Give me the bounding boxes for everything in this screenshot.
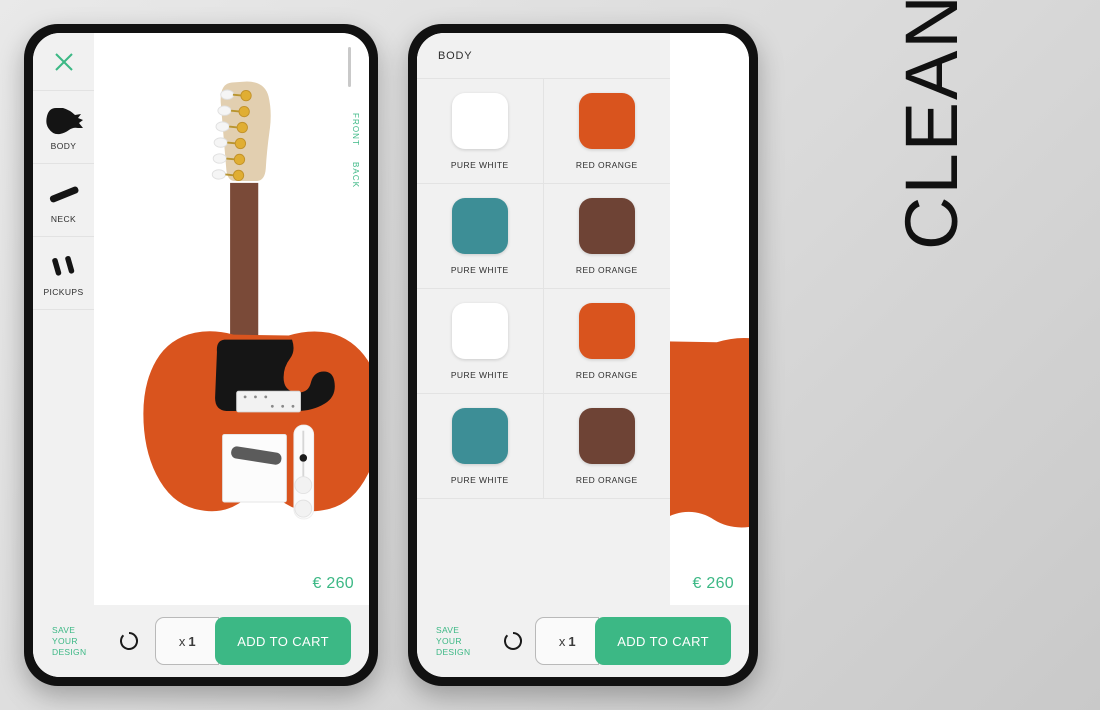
brand-wordmark: CLEAN [890, 0, 973, 250]
swatch-label: Pure White [450, 264, 509, 275]
swatch-label: Red Orange [575, 264, 638, 275]
swatch-chip [578, 92, 635, 149]
price-label-2: € 260 [692, 575, 734, 592]
swatch-chip [451, 407, 508, 464]
rail-label-neck: Neck [50, 214, 77, 224]
swatch-item[interactable]: Red Orange [543, 184, 670, 289]
swatch-item[interactable]: Pure White [417, 79, 544, 184]
rail-label-body: Body [50, 141, 77, 151]
swatch-chip [578, 197, 635, 254]
save-line-1: Save [52, 624, 76, 635]
save-line-3: Design [436, 646, 471, 657]
close-button[interactable] [33, 33, 94, 91]
phone-1-screen: Front Back € 260 [33, 33, 369, 677]
view-tab-back[interactable]: Back [351, 162, 360, 188]
view-tab-front[interactable]: Front [351, 113, 360, 146]
canvas-scrollbar[interactable] [348, 47, 351, 87]
cart-controls: x 1 Add to cart [155, 617, 351, 665]
guitar-illustration [143, 81, 369, 520]
close-x-icon [54, 52, 73, 71]
quantity-stepper[interactable]: x 1 [155, 617, 220, 665]
reset-button[interactable] [118, 630, 140, 652]
bottom-action-bar: Save Your Design x 1 Add to cart [33, 605, 369, 677]
quantity-prefix: x [558, 633, 566, 649]
quantity-stepper-2[interactable]: x 1 [535, 617, 600, 665]
quantity-prefix: x [178, 633, 186, 649]
swatch-label: Pure White [450, 474, 509, 485]
panel-title: Body [417, 33, 670, 79]
add-to-cart-button-2[interactable]: Add to cart [595, 617, 731, 665]
reset-button-2[interactable] [502, 630, 524, 652]
bottom-action-bar-2: Save Your Design x 1 Add to cart [417, 605, 749, 677]
phone-mockup-color-picker: € 260 Body Pure White Red Orange [408, 24, 758, 686]
view-side-tabs: Front Back [351, 113, 360, 188]
rail-item-pickups[interactable]: Pickups [33, 237, 94, 310]
swatch-item[interactable]: Pure White [417, 394, 544, 499]
swatch-item[interactable]: Red Orange [543, 394, 670, 499]
reset-circle-icon [504, 632, 522, 650]
cart-controls-2: x 1 Add to cart [535, 617, 731, 665]
swatch-chip [578, 407, 635, 464]
quantity-value: 1 [568, 633, 576, 649]
swatch-chip [451, 197, 508, 254]
save-line-2: Your [436, 635, 462, 646]
swatch-item[interactable]: Pure White [417, 184, 544, 289]
rail-item-neck[interactable]: Neck [33, 164, 94, 237]
swatch-grid: Pure White Red Orange Pure White Red Ora… [417, 79, 670, 499]
guitar-body-icon [44, 103, 84, 137]
color-swatch-panel: Body Pure White Red Orange Pure White [417, 33, 670, 605]
swatch-label: Red Orange [575, 159, 638, 170]
swatch-chip [451, 302, 508, 359]
quantity-value: 1 [188, 633, 196, 649]
save-design-button-2[interactable]: Save Your Design [436, 625, 482, 658]
rail-item-body[interactable]: Body [33, 91, 94, 164]
swatch-chip [451, 92, 508, 149]
swatch-label: Pure White [450, 159, 509, 170]
save-line-1: Save [436, 624, 460, 635]
phone-mockup-configurator: Front Back € 260 [24, 24, 378, 686]
swatch-chip [578, 302, 635, 359]
guitar-preview-canvas[interactable]: Front Back € 260 [94, 33, 369, 605]
swatch-label: Red Orange [575, 369, 638, 380]
swatch-item[interactable]: Pure White [417, 289, 544, 394]
add-to-cart-button[interactable]: Add to cart [215, 617, 351, 665]
swatch-label: Red Orange [575, 474, 638, 485]
price-label: € 260 [312, 575, 354, 592]
save-line-3: Design [52, 646, 87, 657]
swatch-item[interactable]: Red Orange [543, 289, 670, 394]
app-stage: Front Back € 260 [0, 0, 1100, 710]
swatch-label: Pure White [450, 369, 509, 380]
guitar-pickups-icon [44, 249, 84, 283]
rail-label-pickups: Pickups [43, 287, 84, 297]
reset-circle-icon [120, 632, 138, 650]
save-line-2: Your [52, 635, 78, 646]
swatch-item[interactable]: Red Orange [543, 79, 670, 184]
tool-rail: Body Neck [33, 33, 94, 677]
phone-2-screen: € 260 Body Pure White Red Orange [417, 33, 749, 677]
guitar-neck-icon [44, 176, 84, 210]
save-design-button[interactable]: Save Your Design [52, 625, 98, 658]
